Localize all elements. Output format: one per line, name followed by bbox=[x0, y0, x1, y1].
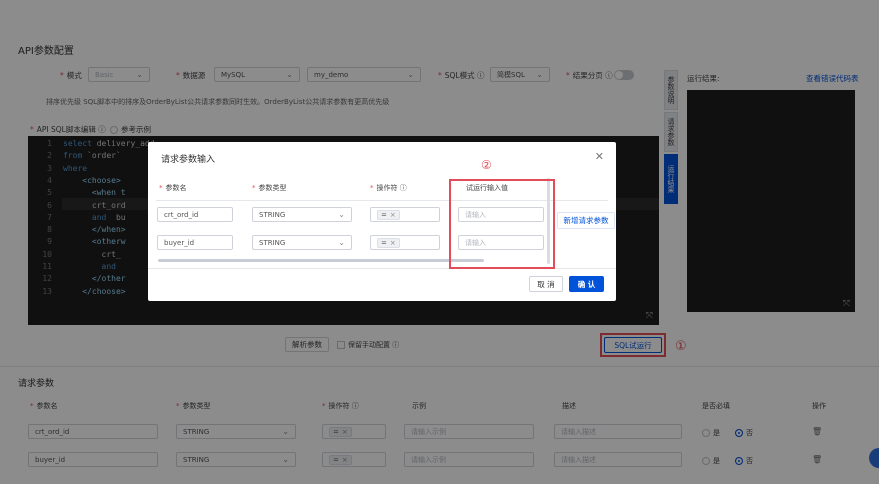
dialog-row-1-type[interactable]: STRING ⌄ bbox=[252, 207, 352, 222]
dialog-row-2-type[interactable]: STRING ⌄ bbox=[252, 235, 352, 250]
dialog-horizontal-scrollbar[interactable] bbox=[158, 259, 484, 262]
chevron-down-icon: ⌄ bbox=[338, 238, 345, 247]
request-params-dialog: 请求参数输入 ✕ * 参数名 * 参数类型 * 操作符 ⓘ 试运行输入值 crt_or… bbox=[148, 142, 616, 301]
close-icon[interactable]: × bbox=[390, 211, 396, 219]
value-column-highlight bbox=[449, 179, 555, 269]
dialog-row-2-op[interactable]: = × bbox=[370, 235, 440, 250]
op-tag: = × bbox=[377, 209, 400, 220]
close-icon[interactable]: × bbox=[390, 239, 396, 247]
dialog-col-op: * 操作符 ⓘ bbox=[370, 184, 407, 192]
dialog-col-type: * 参数类型 bbox=[252, 184, 287, 192]
add-request-param-button[interactable]: 新增请求参数 bbox=[557, 212, 615, 229]
dialog-row-1-op[interactable]: = × bbox=[370, 207, 440, 222]
dialog-cancel-button[interactable]: 取 消 bbox=[529, 276, 563, 292]
dialog-row-1-name[interactable]: crt_ord_id bbox=[157, 207, 233, 222]
annotation-two: ② bbox=[481, 158, 492, 172]
close-icon[interactable]: ✕ bbox=[595, 150, 604, 163]
info-icon: ⓘ bbox=[399, 184, 407, 192]
chevron-down-icon: ⌄ bbox=[338, 210, 345, 219]
op-tag: = × bbox=[377, 237, 400, 248]
dialog-col-name: * 参数名 bbox=[159, 184, 187, 192]
dialog-title: 请求参数输入 bbox=[161, 155, 216, 165]
dialog-row-2-name[interactable]: buyer_id bbox=[157, 235, 233, 250]
dialog-confirm-button[interactable]: 确 认 bbox=[569, 276, 604, 292]
